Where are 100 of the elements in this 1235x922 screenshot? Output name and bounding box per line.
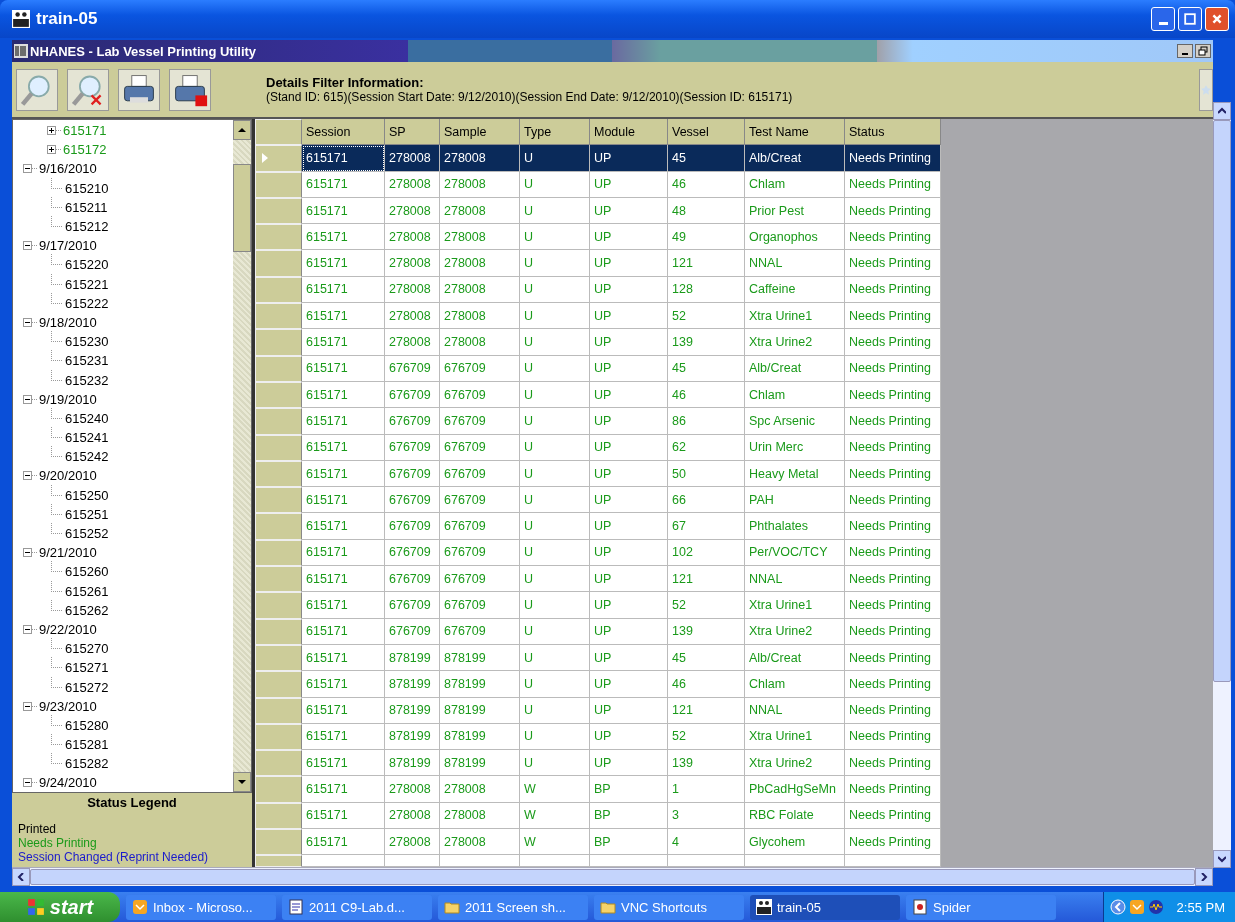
collapse-icon[interactable] — [23, 317, 32, 327]
chevron-left-icon[interactable] — [1109, 899, 1126, 915]
row-header[interactable] — [255, 776, 302, 803]
collapse-icon[interactable] — [23, 548, 32, 558]
column-header[interactable]: Module — [590, 119, 668, 146]
tree-label[interactable]: 615270 — [65, 641, 109, 657]
tree-label[interactable]: 615212 — [65, 219, 109, 235]
tree-label[interactable]: 9/24/2010 — [39, 775, 97, 791]
tree-label[interactable]: 615232 — [65, 372, 109, 388]
row-header[interactable] — [255, 855, 302, 867]
tree-label[interactable]: 615172 — [63, 142, 107, 158]
scroll-thumb[interactable] — [233, 164, 251, 252]
column-header[interactable]: Test Name — [745, 119, 845, 146]
row-header[interactable] — [255, 329, 302, 356]
toolbar-button[interactable] — [1199, 68, 1213, 111]
tree-label[interactable]: 615222 — [65, 295, 109, 311]
collapse-icon[interactable] — [23, 241, 32, 251]
taskbar-button[interactable]: train-05 — [750, 894, 900, 920]
row-header[interactable] — [255, 829, 302, 856]
tree-label[interactable]: 9/18/2010 — [39, 314, 97, 330]
row-header[interactable] — [255, 171, 302, 198]
taskbar-button[interactable]: 2011 Screen sh... — [438, 894, 588, 920]
tree-label[interactable]: 615251 — [65, 506, 109, 522]
row-header[interactable] — [255, 618, 302, 645]
collapse-icon[interactable] — [23, 164, 32, 174]
row-header[interactable] — [255, 276, 302, 304]
taskbar-button[interactable]: Inbox - Microso... — [126, 894, 276, 920]
column-header[interactable]: Sample — [440, 119, 520, 146]
tree-label[interactable]: 615241 — [65, 430, 109, 446]
tree-label[interactable]: 615272 — [65, 679, 109, 695]
row-header[interactable] — [255, 539, 302, 567]
row-header[interactable] — [255, 145, 302, 172]
maximize-button[interactable] — [1178, 7, 1202, 31]
tree-label[interactable]: 615242 — [65, 449, 109, 465]
scroll-thumb[interactable] — [30, 869, 1195, 885]
row-header[interactable] — [255, 250, 302, 277]
tree-label[interactable]: 615271 — [65, 660, 109, 676]
minimize-button[interactable] — [1177, 44, 1193, 58]
row-header[interactable] — [255, 644, 302, 672]
taskbar-button[interactable]: 2011 C9-Lab.d... — [282, 894, 432, 920]
tree-label[interactable]: 615171 — [63, 123, 107, 139]
clear-search-button[interactable] — [67, 68, 109, 111]
tree-label[interactable]: 615210 — [65, 180, 109, 196]
envelope-icon[interactable] — [1128, 899, 1145, 915]
row-header[interactable] — [255, 197, 302, 225]
close-button[interactable] — [1205, 7, 1229, 31]
tree-label[interactable]: 9/16/2010 — [39, 161, 97, 177]
print-button[interactable] — [118, 68, 160, 111]
row-header[interactable] — [255, 671, 302, 698]
tree-label[interactable]: 615282 — [65, 756, 109, 772]
column-header[interactable]: Session — [302, 119, 385, 146]
taskbar-button[interactable]: Spider — [906, 894, 1056, 920]
expand-icon[interactable] — [47, 126, 56, 136]
tree-label[interactable]: 9/21/2010 — [39, 545, 97, 561]
column-header[interactable]: Status — [845, 119, 941, 146]
tree-label[interactable]: 9/23/2010 — [39, 698, 97, 714]
row-header[interactable] — [255, 460, 302, 488]
row-header[interactable] — [255, 408, 302, 435]
row-header[interactable] — [255, 513, 302, 540]
tree-label[interactable]: 615231 — [65, 353, 109, 369]
row-header[interactable] — [255, 750, 302, 777]
tree-label[interactable]: 615260 — [65, 564, 109, 580]
collapse-icon[interactable] — [23, 394, 32, 404]
row-header[interactable] — [255, 487, 302, 514]
tree-label[interactable]: 615230 — [65, 334, 109, 350]
tree-label[interactable]: 615240 — [65, 410, 109, 426]
tree-label[interactable]: 615252 — [65, 526, 109, 542]
restore-button[interactable] — [1195, 44, 1211, 58]
tree-label[interactable]: 615281 — [65, 737, 109, 753]
tree-label[interactable]: 9/20/2010 — [39, 468, 97, 484]
tree-label[interactable]: 615262 — [65, 602, 109, 618]
horizontal-scrollbar[interactable] — [12, 867, 1213, 886]
tree-scrollbar[interactable] — [233, 120, 251, 792]
vertical-scrollbar[interactable] — [1213, 102, 1231, 868]
scroll-thumb[interactable] — [1213, 120, 1231, 682]
collapse-icon[interactable] — [23, 701, 32, 711]
tree-label[interactable]: 9/22/2010 — [39, 621, 97, 637]
row-header[interactable] — [255, 802, 302, 829]
taskbar-button[interactable]: VNC Shortcuts — [594, 894, 744, 920]
row-header[interactable] — [255, 381, 302, 409]
tree-label[interactable]: 9/17/2010 — [39, 238, 97, 254]
expand-icon[interactable] — [47, 145, 56, 155]
search-button[interactable] — [16, 68, 58, 111]
row-header[interactable] — [255, 723, 302, 751]
print-marked-button[interactable] — [169, 68, 211, 111]
row-header[interactable] — [255, 697, 302, 724]
row-header[interactable] — [255, 434, 302, 461]
column-header[interactable]: Vessel — [668, 119, 745, 146]
column-header[interactable]: Type — [520, 119, 590, 146]
row-header[interactable] — [255, 566, 302, 593]
row-header[interactable] — [255, 224, 302, 251]
row-header[interactable] — [255, 303, 302, 330]
row-header[interactable] — [255, 592, 302, 619]
waveform-icon[interactable] — [1147, 899, 1164, 915]
collapse-icon[interactable] — [23, 778, 32, 788]
tree-label[interactable]: 615261 — [65, 583, 109, 599]
tree-label[interactable]: 615211 — [65, 199, 108, 215]
tree-label[interactable]: 615280 — [65, 717, 109, 733]
column-header[interactable]: SP — [385, 119, 440, 146]
tree-label[interactable]: 615220 — [65, 257, 109, 273]
